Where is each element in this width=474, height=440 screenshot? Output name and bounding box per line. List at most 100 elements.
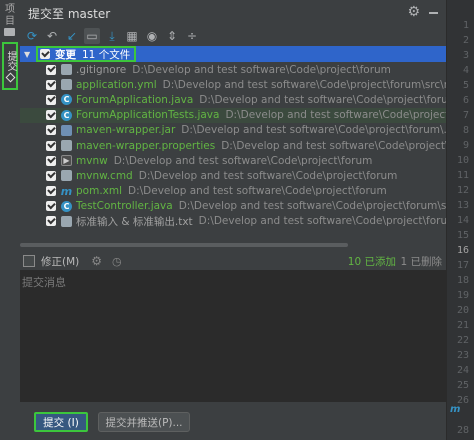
history-clock-icon[interactable]: ◷ (112, 255, 122, 268)
line-number: 5 (462, 80, 469, 91)
amend-label[interactable]: 修正(M) (41, 254, 79, 269)
file-row[interactable]: application.yml D:\Develop and test soft… (20, 77, 446, 92)
file-row[interactable]: 标准输入 & 标准输出.txt D:\Develop and test soft… (20, 214, 446, 229)
file-row[interactable]: mvnw.cmd D:\Develop and test software\Co… (20, 168, 446, 183)
file-path: D:\Develop and test software\Code\projec… (198, 215, 446, 228)
file-path: D:\Develop and test software\Code\projec… (162, 78, 446, 91)
file-checkbox[interactable] (46, 216, 56, 227)
line-number: 28 (456, 425, 469, 436)
line-number: 17 (456, 260, 469, 271)
line-number: 3 (462, 50, 469, 61)
cmd-icon (61, 170, 72, 182)
file-row[interactable]: ▶ mvnw D:\Develop and test software\Code… (20, 153, 446, 168)
file-checkbox[interactable] (46, 155, 56, 166)
line-number: 15 (456, 230, 469, 241)
maven-icon: m (60, 184, 73, 198)
line-number: 12 (456, 185, 469, 196)
amend-bar: 修正(M) ⚙ ◷ 10 已添加 1 已删除 (20, 252, 446, 270)
file-path: D:\Develop and test software\Code\projec… (132, 63, 391, 76)
checkbox-checked[interactable] (40, 49, 50, 59)
collapse-all-icon[interactable]: ÷ (184, 28, 200, 44)
editor-gutter: 1 2 3 4 5 6 7 8 9 10 11 12 13 14 15 16 1… (446, 0, 474, 440)
commit-message-placeholder: 提交消息 (22, 276, 66, 289)
yml-icon (61, 79, 72, 91)
file-path: D:\Develop and test software\Code\projec… (113, 154, 373, 167)
file-checkbox[interactable] (46, 94, 56, 105)
commit-button[interactable]: 提交 (I) (34, 412, 88, 432)
file-path: D:\Develop and test software\Code\projec… (221, 139, 446, 152)
line-number: 2 (462, 35, 469, 46)
horizontal-scrollbar[interactable] (20, 243, 348, 247)
refresh-icon[interactable]: ⟳ (24, 28, 40, 44)
line-number: 9 (462, 140, 469, 151)
file-path: D:\Develop and test software\Code\projec… (199, 93, 446, 106)
eye-icon[interactable]: ◉ (144, 28, 160, 44)
file-row[interactable]: C ForumApplicationTests.java D:\Develop … (20, 107, 446, 123)
properties-icon (61, 140, 72, 152)
file-checkbox[interactable] (46, 79, 56, 90)
jar-icon (61, 124, 72, 136)
line-number: 21 (456, 320, 469, 331)
file-checkbox[interactable] (46, 140, 56, 151)
changes-tree: ▼ 变更 11 个文件 .gitignore D:\Develop and te… (20, 46, 446, 242)
settings-gear-icon[interactable]: ⚙ (91, 254, 102, 268)
commit-message-input[interactable]: 提交消息 (20, 270, 446, 402)
minimize-icon[interactable] (429, 12, 438, 14)
changes-root-row[interactable]: ▼ 变更 11 个文件 (20, 46, 446, 62)
line-number-current: 16 (456, 245, 469, 256)
file-row[interactable]: maven-wrapper.jar D:\Develop and test so… (20, 123, 446, 138)
file-path: D:\Develop and test software\Code\projec… (181, 124, 446, 137)
line-number: 14 (456, 215, 469, 226)
class-icon: C (61, 200, 72, 212)
folder-icon[interactable] (4, 28, 15, 36)
line-number: 10 (456, 155, 469, 166)
line-number: 1 (462, 20, 469, 31)
line-number: 7 (462, 110, 469, 121)
group-by-icon[interactable]: ▦ (124, 28, 140, 44)
commit-tab-label: 提交 (5, 51, 16, 71)
left-tool-strip: 项目 提交 (0, 0, 21, 440)
amend-checkbox[interactable] (23, 255, 35, 267)
added-count: 10 已添加 (347, 255, 396, 268)
file-path: D:\Develop and test software\Code\projec… (225, 109, 446, 122)
expand-all-icon[interactable]: ⇕ (164, 28, 180, 44)
rollback-icon[interactable]: ↶ (44, 28, 60, 44)
file-name: maven-wrapper.jar (76, 124, 176, 137)
line-number: 4 (462, 65, 469, 76)
file-row[interactable]: m pom.xml D:\Develop and test software\C… (20, 184, 446, 199)
chevron-down-icon[interactable]: ▼ (24, 50, 34, 59)
file-row[interactable]: C TestController.java D:\Develop and tes… (20, 199, 446, 214)
file-checkbox[interactable] (46, 64, 56, 75)
project-tab[interactable]: 项目 (2, 4, 18, 28)
file-name: pom.xml (76, 185, 123, 198)
file-row[interactable]: maven-wrapper.properties D:\Develop and … (20, 138, 446, 153)
diff-view-icon[interactable]: ▭ (84, 28, 100, 44)
update-arrow-icon[interactable]: ↙ (64, 28, 80, 44)
file-name: ForumApplicationTests.java (76, 109, 220, 122)
doc-icon (61, 64, 72, 76)
file-checkbox[interactable] (46, 170, 56, 181)
line-number: 19 (456, 290, 469, 301)
commit-and-push-button[interactable]: 提交并推送(P)... (98, 412, 190, 432)
file-row[interactable]: .gitignore D:\Develop and test software\… (20, 62, 446, 77)
deleted-count: 1 已删除 (400, 255, 442, 268)
changes-label: 变更 (55, 48, 76, 61)
file-checkbox[interactable] (46, 125, 56, 136)
file-checkbox[interactable] (46, 201, 56, 212)
download-icon[interactable]: ⤓ (104, 28, 120, 44)
file-checkbox[interactable] (46, 186, 56, 197)
commit-panel-header: 提交至 master ⚙ (20, 0, 446, 26)
commit-panel: 提交至 master ⚙ ⟳ ↶ ↙ ▭ ⤓ ▦ ◉ ⇕ ÷ ▼ 变更 11 个… (20, 0, 446, 440)
text-icon (61, 215, 72, 227)
panel-title: 提交至 master (28, 6, 111, 21)
file-path: D:\Develop and test software\Code\projec… (178, 200, 446, 213)
file-row[interactable]: C ForumApplication.java D:\Develop and t… (20, 92, 446, 107)
commit-tab[interactable]: 提交 (2, 42, 18, 90)
commit-footer: 提交 (I) 提交并推送(P)... (20, 402, 446, 440)
class-icon: C (61, 94, 72, 106)
line-number: 13 (456, 200, 469, 211)
changes-root-box: 变更 11 个文件 (36, 46, 137, 62)
gear-icon[interactable]: ⚙ (407, 4, 420, 20)
maven-gutter-icon[interactable]: m (450, 404, 462, 416)
file-checkbox[interactable] (46, 110, 56, 121)
